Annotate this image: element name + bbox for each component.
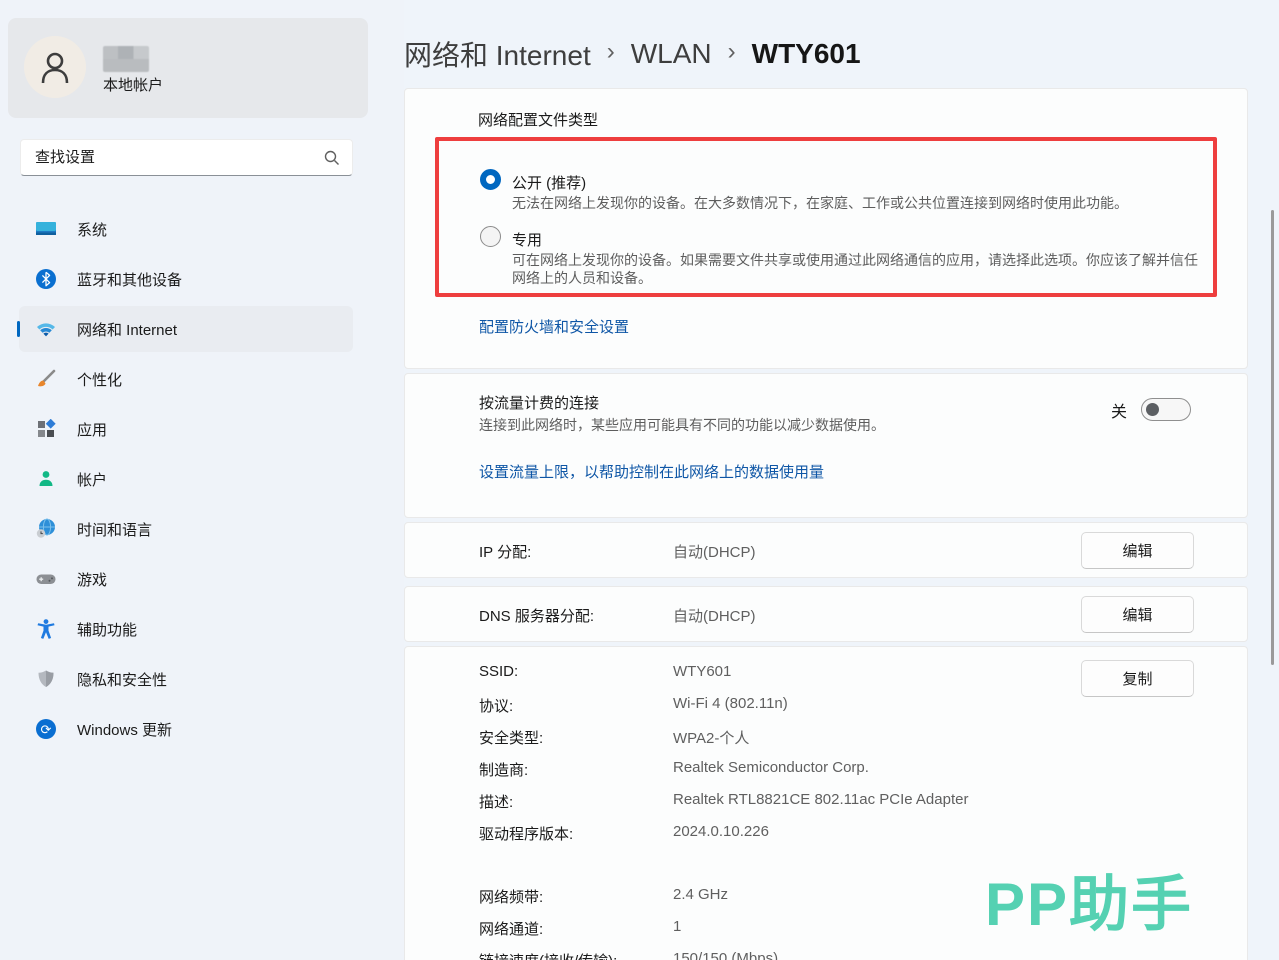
protocol-label: 协议: bbox=[479, 695, 513, 716]
breadcrumb-current-page: WTY601 bbox=[752, 38, 861, 70]
description-value: Realtek RTL8821CE 802.11ac PCIe Adapter bbox=[673, 791, 968, 808]
toggle-knob bbox=[1146, 403, 1159, 416]
system-icon bbox=[35, 218, 57, 240]
windows-update-icon: ⟳ bbox=[35, 718, 57, 740]
network-channel-value: 1 bbox=[673, 918, 681, 935]
sidebar-item-label: 系统 bbox=[77, 219, 107, 240]
gaming-icon bbox=[35, 568, 57, 590]
pp-assistant-watermark: PP助手 bbox=[985, 856, 1193, 943]
description-label: 描述: bbox=[479, 791, 513, 812]
sidebar-item-privacy[interactable]: 隐私和安全性 bbox=[19, 656, 353, 702]
driver-version-value: 2024.0.10.226 bbox=[673, 823, 769, 840]
sidebar-item-accessibility[interactable]: 辅助功能 bbox=[19, 606, 353, 652]
sidebar-item-accounts[interactable]: 帐户 bbox=[19, 456, 353, 502]
dns-edit-button[interactable]: 编辑 bbox=[1081, 596, 1194, 633]
protocol-value: Wi-Fi 4 (802.11n) bbox=[673, 695, 788, 712]
apps-icon bbox=[35, 418, 57, 440]
sidebar-item-label: 帐户 bbox=[77, 469, 107, 490]
search-box[interactable] bbox=[20, 139, 353, 176]
sidebar-item-label: 时间和语言 bbox=[77, 519, 152, 540]
chevron-right-icon: › bbox=[607, 38, 615, 66]
search-input[interactable] bbox=[21, 149, 324, 166]
network-profile-heading: 网络配置文件类型 bbox=[478, 109, 598, 130]
data-limit-link[interactable]: 设置流量上限，以帮助控制在此网络上的数据使用量 bbox=[479, 461, 824, 482]
sidebar-item-apps[interactable]: 应用 bbox=[19, 406, 353, 452]
radio-private-label[interactable]: 专用 bbox=[512, 229, 542, 250]
ip-assignment-value: 自动(DHCP) bbox=[673, 541, 756, 562]
ip-assignment-row: IP 分配: 自动(DHCP) 编辑 bbox=[404, 522, 1248, 578]
metered-connection-toggle[interactable] bbox=[1141, 398, 1191, 421]
ssid-label: SSID: bbox=[479, 663, 518, 680]
breadcrumb-wlan[interactable]: WLAN bbox=[631, 38, 712, 70]
radio-public-label[interactable]: 公开 (推荐) bbox=[512, 172, 586, 193]
privacy-icon bbox=[35, 668, 57, 690]
sidebar-item-label: 个性化 bbox=[77, 369, 122, 390]
sidebar-item-label: 蓝牙和其他设备 bbox=[77, 269, 182, 290]
sidebar-nav: 系统 蓝牙和其他设备 网络和 Internet bbox=[19, 206, 353, 756]
accessibility-icon bbox=[35, 618, 57, 640]
dns-assignment-value: 自动(DHCP) bbox=[673, 605, 756, 626]
security-type-label: 安全类型: bbox=[479, 727, 543, 748]
sidebar-item-personalization[interactable]: 个性化 bbox=[19, 356, 353, 402]
metered-connection-description: 连接到此网络时，某些应用可能具有不同的功能以减少数据使用。 bbox=[479, 415, 885, 435]
sidebar-item-label: 网络和 Internet bbox=[77, 319, 177, 340]
link-speed-label: 链接速度(接收/传输): bbox=[479, 950, 617, 960]
network-icon bbox=[35, 318, 57, 340]
security-type-value: WPA2-个人 bbox=[673, 727, 749, 748]
active-indicator bbox=[17, 321, 20, 337]
radio-public-description: 无法在网络上发现你的设备。在大多数情况下，在家庭、工作或公共位置连接到网络时使用… bbox=[512, 194, 1202, 212]
ssid-value: WTY601 bbox=[673, 663, 731, 680]
accounts-icon bbox=[35, 468, 57, 490]
network-channel-label: 网络通道: bbox=[479, 918, 543, 939]
radio-private-description: 可在网络上发现你的设备。如果需要文件共享或使用通过此网络通信的应用，请选择此选项… bbox=[512, 251, 1202, 287]
link-speed-value: 150/150 (Mbps) bbox=[673, 950, 778, 960]
sidebar-item-bluetooth[interactable]: 蓝牙和其他设备 bbox=[19, 256, 353, 302]
chevron-right-icon: › bbox=[728, 38, 736, 66]
radio-private[interactable] bbox=[480, 226, 501, 247]
dns-assignment-label: DNS 服务器分配: bbox=[479, 605, 594, 626]
sidebar-item-label: 游戏 bbox=[77, 569, 107, 590]
personalization-icon bbox=[35, 368, 57, 390]
network-band-label: 网络频带: bbox=[479, 886, 543, 907]
sidebar-item-time-language[interactable]: 时间和语言 bbox=[19, 506, 353, 552]
sidebar-item-label: Windows 更新 bbox=[77, 719, 172, 740]
toggle-state-label: 关 bbox=[1111, 398, 1127, 422]
ip-edit-button[interactable]: 编辑 bbox=[1081, 532, 1194, 569]
ip-assignment-label: IP 分配: bbox=[479, 541, 531, 562]
network-profile-card: 网络配置文件类型 公开 (推荐) 无法在网络上发现你的设备。在大多数情况下，在家… bbox=[404, 88, 1248, 369]
sidebar-item-system[interactable]: 系统 bbox=[19, 206, 353, 252]
dns-assignment-row: DNS 服务器分配: 自动(DHCP) 编辑 bbox=[404, 586, 1248, 642]
breadcrumb-network-internet[interactable]: 网络和 Internet bbox=[404, 34, 591, 74]
account-type-label: 本地帐户 bbox=[103, 74, 163, 95]
censored-username bbox=[103, 46, 149, 72]
sidebar-item-label: 辅助功能 bbox=[77, 619, 137, 640]
time-language-icon bbox=[35, 518, 57, 540]
firewall-settings-link[interactable]: 配置防火墙和安全设置 bbox=[479, 316, 629, 337]
sidebar-item-label: 应用 bbox=[77, 419, 107, 440]
metered-connection-title: 按流量计费的连接 bbox=[479, 392, 599, 413]
avatar bbox=[24, 36, 86, 98]
driver-version-label: 驱动程序版本: bbox=[479, 823, 573, 844]
copy-button[interactable]: 复制 bbox=[1081, 660, 1194, 697]
network-band-value: 2.4 GHz bbox=[673, 886, 728, 903]
bluetooth-icon bbox=[35, 268, 57, 290]
search-icon[interactable] bbox=[324, 150, 340, 166]
sidebar-item-network[interactable]: 网络和 Internet bbox=[19, 306, 353, 352]
user-profile-card[interactable]: 本地帐户 bbox=[8, 18, 368, 118]
metered-connection-card: 按流量计费的连接 连接到此网络时，某些应用可能具有不同的功能以减少数据使用。 关… bbox=[404, 373, 1248, 518]
settings-sidebar: 本地帐户 系统 bbox=[0, 0, 404, 960]
vertical-scrollbar[interactable] bbox=[1271, 210, 1274, 665]
sidebar-item-label: 隐私和安全性 bbox=[77, 669, 167, 690]
breadcrumb: 网络和 Internet › WLAN › WTY601 bbox=[404, 33, 861, 75]
person-icon bbox=[35, 47, 75, 87]
sidebar-item-gaming[interactable]: 游戏 bbox=[19, 556, 353, 602]
sidebar-item-windows-update[interactable]: ⟳ Windows 更新 bbox=[19, 706, 353, 752]
manufacturer-value: Realtek Semiconductor Corp. bbox=[673, 759, 869, 776]
radio-public[interactable] bbox=[480, 169, 501, 190]
manufacturer-label: 制造商: bbox=[479, 759, 528, 780]
